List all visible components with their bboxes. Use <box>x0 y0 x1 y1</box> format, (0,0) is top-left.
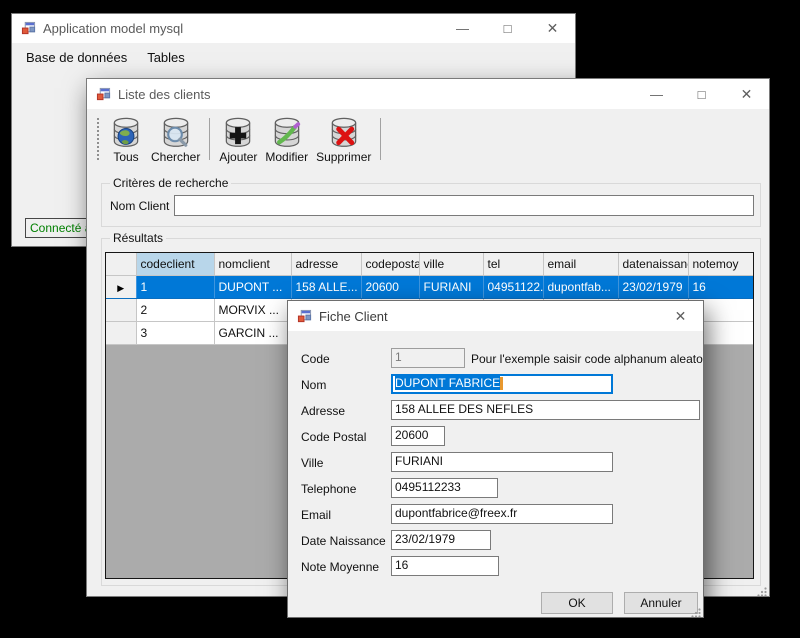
toolbar-button-label: Ajouter <box>219 150 257 164</box>
desktop: Application model mysql — □ ✕ Base de do… <box>0 0 800 638</box>
selected-text: DUPONT FABRICE <box>395 376 500 390</box>
winforms-app-icon <box>96 87 111 102</box>
code-hint-text: Pour l'exemple saisir code alphanum alea… <box>471 352 704 366</box>
dialog-titlebar[interactable]: Fiche Client ✕ <box>288 301 703 331</box>
field-label-email: Email <box>301 508 331 522</box>
grid-cell[interactable]: DUPONT ... <box>214 275 291 298</box>
cancel-button[interactable]: Annuler <box>624 592 698 614</box>
nom-input[interactable]: DUPONT FABRICE <box>391 374 613 394</box>
nom-client-label: Nom Client <box>110 199 169 213</box>
toolbar-button-label: Tous <box>113 150 138 164</box>
nom-client-search-input[interactable] <box>174 195 754 216</box>
app-window-title: Application model mysql <box>43 21 183 36</box>
toolbar-button-modifier[interactable]: Modifier <box>261 111 312 167</box>
grid-column-header-notemoy[interactable]: notemoy <box>688 253 754 275</box>
grid-cell[interactable]: dupontfab... <box>543 275 618 298</box>
search-criteria-groupbox: Critères de recherche Nom Client <box>101 183 761 227</box>
toolbar-button-chercher[interactable]: Chercher <box>147 111 204 167</box>
field-label-ville: Ville <box>301 456 323 470</box>
field-label-adresse: Adresse <box>301 404 345 418</box>
maximize-icon[interactable]: □ <box>679 79 724 109</box>
list-window-titlebar[interactable]: Liste des clients — □ ✕ <box>87 79 769 109</box>
close-icon[interactable]: ✕ <box>530 14 575 43</box>
resize-grip-icon[interactable] <box>757 584 767 594</box>
menu-item-tables[interactable]: Tables <box>137 45 195 70</box>
field-label-telephone: Telephone <box>301 482 356 496</box>
grid-cell[interactable]: 158 ALLE... <box>291 275 361 298</box>
menu-item-base-de-donn-es[interactable]: Base de données <box>16 45 137 70</box>
grid-cell[interactable]: 3 <box>136 321 214 344</box>
grid-column-header-codepostal[interactable]: codepostal <box>361 253 419 275</box>
close-icon[interactable]: ✕ <box>658 301 703 331</box>
grid-column-header-email[interactable]: email <box>543 253 618 275</box>
database-edit-icon <box>270 116 304 149</box>
toolbar-button-supprimer[interactable]: Supprimer <box>312 111 375 167</box>
toolbar-separator <box>209 118 210 160</box>
database-delete-icon <box>327 116 361 149</box>
maximize-icon[interactable]: □ <box>485 14 530 43</box>
minimize-icon[interactable]: — <box>440 14 485 43</box>
toolbar-separator <box>380 118 381 160</box>
minimize-icon[interactable]: — <box>634 79 679 109</box>
grid-cell[interactable]: 16 <box>688 275 754 298</box>
resize-grip-icon[interactable] <box>691 605 701 615</box>
grid-column-header-datenaissance[interactable]: datenaissance <box>618 253 688 275</box>
table-row[interactable]: ▶ 1DUPONT ...158 ALLE...20600FURIANI04951… <box>106 275 754 298</box>
app-window-titlebar[interactable]: Application model mysql — □ ✕ <box>12 14 575 43</box>
field-label-code-postal: Code Postal <box>301 430 366 444</box>
current-row-arrow-icon: ▶ <box>117 283 124 293</box>
ville-input[interactable]: FURIANI <box>391 452 613 472</box>
code-input[interactable]: 1 <box>391 348 465 368</box>
grid-cell[interactable]: 2 <box>136 298 214 321</box>
toolbar-grip-handle[interactable] <box>97 118 99 160</box>
search-group-title: Critères de recherche <box>110 176 231 190</box>
toolbar-button-tous[interactable]: Tous <box>105 111 147 167</box>
row-selector-cell[interactable]: ▶ <box>106 275 136 298</box>
app-menubar: Base de donnéesTables <box>12 43 575 71</box>
clients-toolbar: Tous Chercher Ajouter Modifier Supprimer <box>87 109 769 169</box>
fiche-client-dialog: Fiche Client ✕ Code 1 Pour l'exemple saisi… <box>287 300 704 618</box>
date-naissance-input[interactable]: 23/02/1979 <box>391 530 491 550</box>
grid-column-header-codeclient[interactable]: codeclient <box>136 253 214 275</box>
grid-cell[interactable]: FURIANI <box>419 275 483 298</box>
grid-cell[interactable]: 1 <box>136 275 214 298</box>
grid-column-header-nomclient[interactable]: nomclient <box>214 253 291 275</box>
list-window-title: Liste des clients <box>118 87 211 102</box>
text-caret <box>500 377 503 390</box>
row-selector-cell[interactable] <box>106 298 136 321</box>
database-search-icon <box>159 116 193 149</box>
grid-column-header-adresse[interactable]: adresse <box>291 253 361 275</box>
database-globe-icon <box>109 116 143 149</box>
adresse-input[interactable]: 158 ALLEE DES NEFLES <box>391 400 700 420</box>
grid-header-row: codeclientnomclientadressecodepostalvill… <box>106 253 754 275</box>
grid-column-header-tel[interactable]: tel <box>483 253 543 275</box>
dialog-title: Fiche Client <box>319 309 388 324</box>
grid-column-header-ville[interactable]: ville <box>419 253 483 275</box>
field-label-code: Code <box>301 352 330 366</box>
grid-cell[interactable]: MORVIX ... <box>214 298 291 321</box>
note-moyenne-input[interactable]: 16 <box>391 556 499 576</box>
toolbar-button-ajouter[interactable]: Ajouter <box>215 111 261 167</box>
grid-cell[interactable]: GARCIN ... <box>214 321 291 344</box>
grid-corner-cell[interactable] <box>106 253 136 275</box>
email-input[interactable]: dupontfabrice@freex.fr <box>391 504 613 524</box>
results-group-title: Résultats <box>110 231 166 245</box>
grid-cell[interactable]: 04951122... <box>483 275 543 298</box>
database-add-icon <box>221 116 255 149</box>
grid-cell[interactable]: 23/02/1979 <box>618 275 688 298</box>
winforms-app-icon <box>297 309 312 324</box>
close-icon[interactable]: ✕ <box>724 79 769 109</box>
toolbar-button-label: Supprimer <box>316 150 371 164</box>
row-selector-cell[interactable] <box>106 321 136 344</box>
winforms-app-icon <box>21 21 36 36</box>
field-label-note-moyenne: Note Moyenne <box>301 560 379 574</box>
toolbar-button-label: Modifier <box>265 150 308 164</box>
field-label-nom: Nom <box>301 378 326 392</box>
field-label-date-naissance: Date Naissance <box>301 534 386 548</box>
grid-cell[interactable]: 20600 <box>361 275 419 298</box>
code-postal-input[interactable]: 20600 <box>391 426 445 446</box>
ok-button[interactable]: OK <box>541 592 613 614</box>
telephone-input[interactable]: 0495112233 <box>391 478 498 498</box>
toolbar-button-label: Chercher <box>151 150 200 164</box>
